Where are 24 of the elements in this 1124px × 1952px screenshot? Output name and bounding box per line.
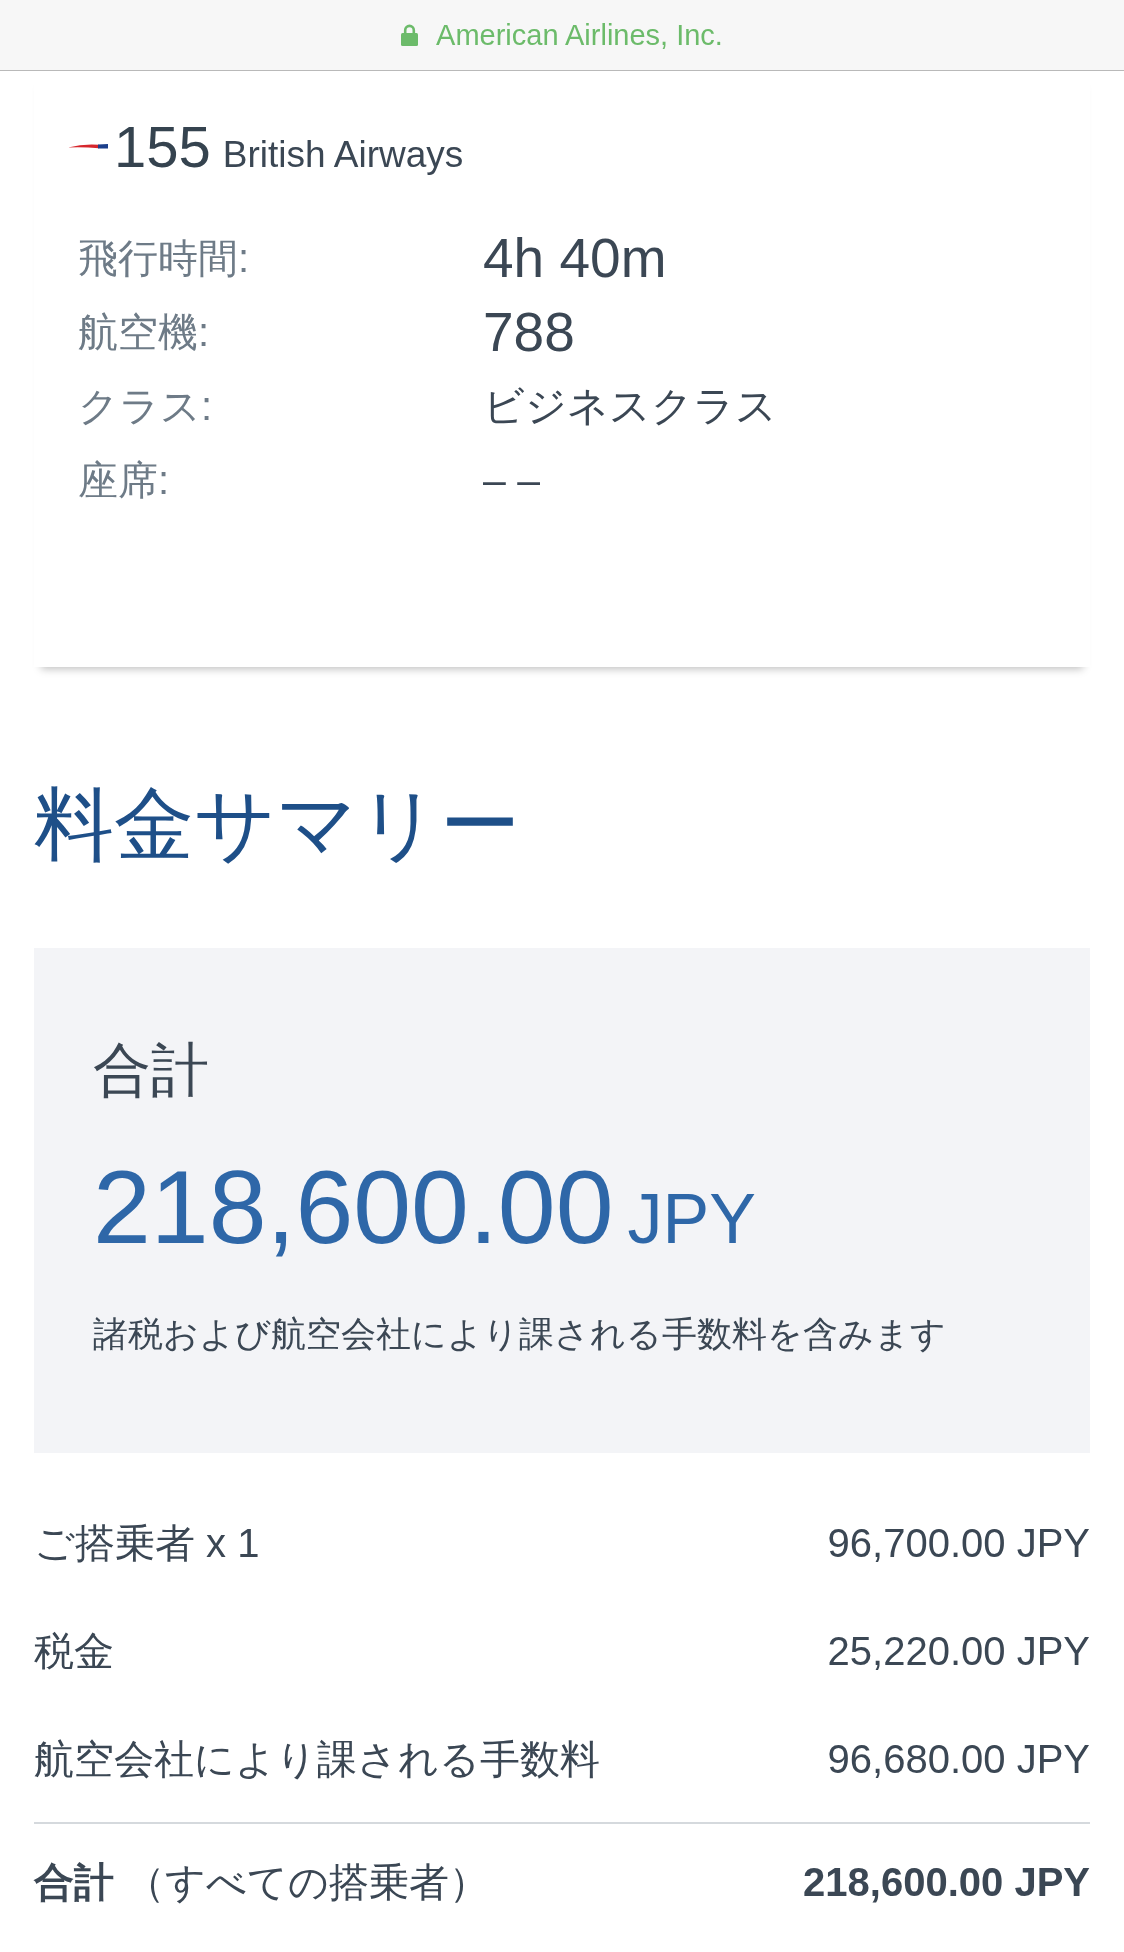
total-amount: 218,600.00: [93, 1148, 614, 1267]
detail-value: – –: [483, 456, 540, 504]
fare-amount: 96,680.00 JPY: [827, 1736, 1090, 1782]
grand-total-amount: 218,600.00 JPY: [803, 1859, 1090, 1905]
flight-number: 155: [114, 113, 211, 181]
fare-amount: 25,220.00 JPY: [827, 1628, 1090, 1674]
detail-value: ビジネスクラス: [483, 381, 777, 431]
fare-label: ご搭乗者 x 1: [34, 1519, 260, 1567]
total-label: 合計: [93, 1036, 210, 1104]
detail-label: 座席:: [78, 456, 171, 504]
fare-label: 税金: [34, 1627, 114, 1675]
detail-value: 4h 40m: [483, 226, 667, 290]
detail-label: 航空機:: [78, 308, 211, 356]
fare-amount: 96,700.00 JPY: [827, 1520, 1090, 1566]
detail-label: クラス:: [78, 382, 214, 430]
airline-name: British Airways: [222, 134, 464, 176]
total-currency: JPY: [627, 1179, 756, 1259]
site-name: American Airlines, Inc.: [436, 18, 723, 52]
detail-label: 飛行時間:: [78, 234, 251, 282]
fare-summary-title: 料金サマリー: [34, 779, 521, 871]
detail-value: 788: [483, 300, 575, 364]
total-note: 諸税および航空会社により課される手数料を含みます: [93, 1313, 947, 1355]
grand-total-label: 合計 （すべての搭乗者）: [34, 1858, 490, 1906]
fare-label: 航空会社により課される手数料: [34, 1735, 600, 1783]
